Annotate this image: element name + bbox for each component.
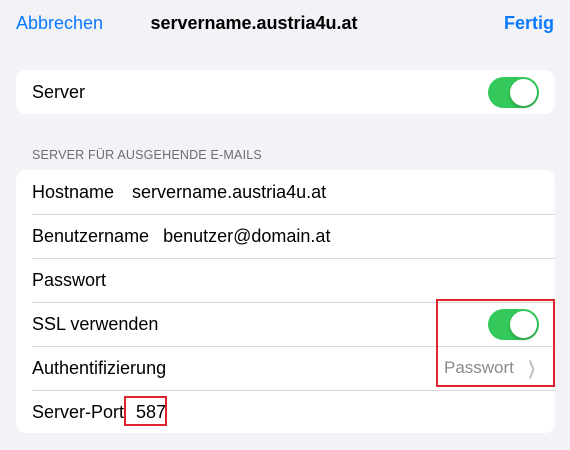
ssl-label: SSL verwenden xyxy=(32,313,159,334)
authentication-row[interactable]: Authentifizierung Passwort ❯ xyxy=(16,346,555,390)
mail-server-settings-screen: Abbrechen servername.austria4u.at Fertig… xyxy=(0,0,570,450)
server-port-row[interactable]: Server-Port 587 xyxy=(16,390,555,433)
server-port-field[interactable]: 587 xyxy=(136,402,166,423)
username-field[interactable]: benutzer@domain.at xyxy=(163,226,330,247)
ssl-row: SSL verwenden xyxy=(16,302,555,346)
hostname-label: Hostname xyxy=(32,181,115,202)
server-toggle[interactable] xyxy=(488,77,539,108)
hostname-row[interactable]: Hostname servername.austria4u.at xyxy=(16,170,555,214)
page-title: servername.austria4u.at xyxy=(150,13,358,33)
server-port-label: Server-Port xyxy=(32,401,125,422)
username-row[interactable]: Benutzername benutzer@domain.at xyxy=(16,214,555,258)
navigation-bar: Abbrechen servername.austria4u.at Fertig xyxy=(0,0,570,50)
server-row: Server xyxy=(16,70,555,114)
server-label: Server xyxy=(32,81,86,102)
authentication-value: Passwort xyxy=(443,358,514,377)
username-label: Benutzername xyxy=(32,225,150,246)
ssl-toggle[interactable] xyxy=(488,309,539,340)
authentication-label: Authentifizierung xyxy=(32,357,167,378)
password-label: Passwort xyxy=(32,269,107,290)
server-group: Server xyxy=(16,70,555,114)
toggle-knob xyxy=(510,311,537,338)
chevron-right-icon: ❯ xyxy=(526,357,536,378)
done-button[interactable]: Fertig xyxy=(504,13,554,34)
hostname-field[interactable]: servername.austria4u.at xyxy=(132,182,326,203)
outgoing-section-header: SERVER FÜR AUSGEHENDE E-MAILS xyxy=(32,148,262,162)
authentication-selector[interactable]: Passwort ❯ xyxy=(444,346,539,390)
outgoing-server-group: Hostname servername.austria4u.at Benutze… xyxy=(16,170,555,433)
toggle-knob xyxy=(510,79,537,106)
password-row[interactable]: Passwort xyxy=(16,258,555,302)
nav-title-wrap: servername.austria4u.at xyxy=(0,13,570,34)
